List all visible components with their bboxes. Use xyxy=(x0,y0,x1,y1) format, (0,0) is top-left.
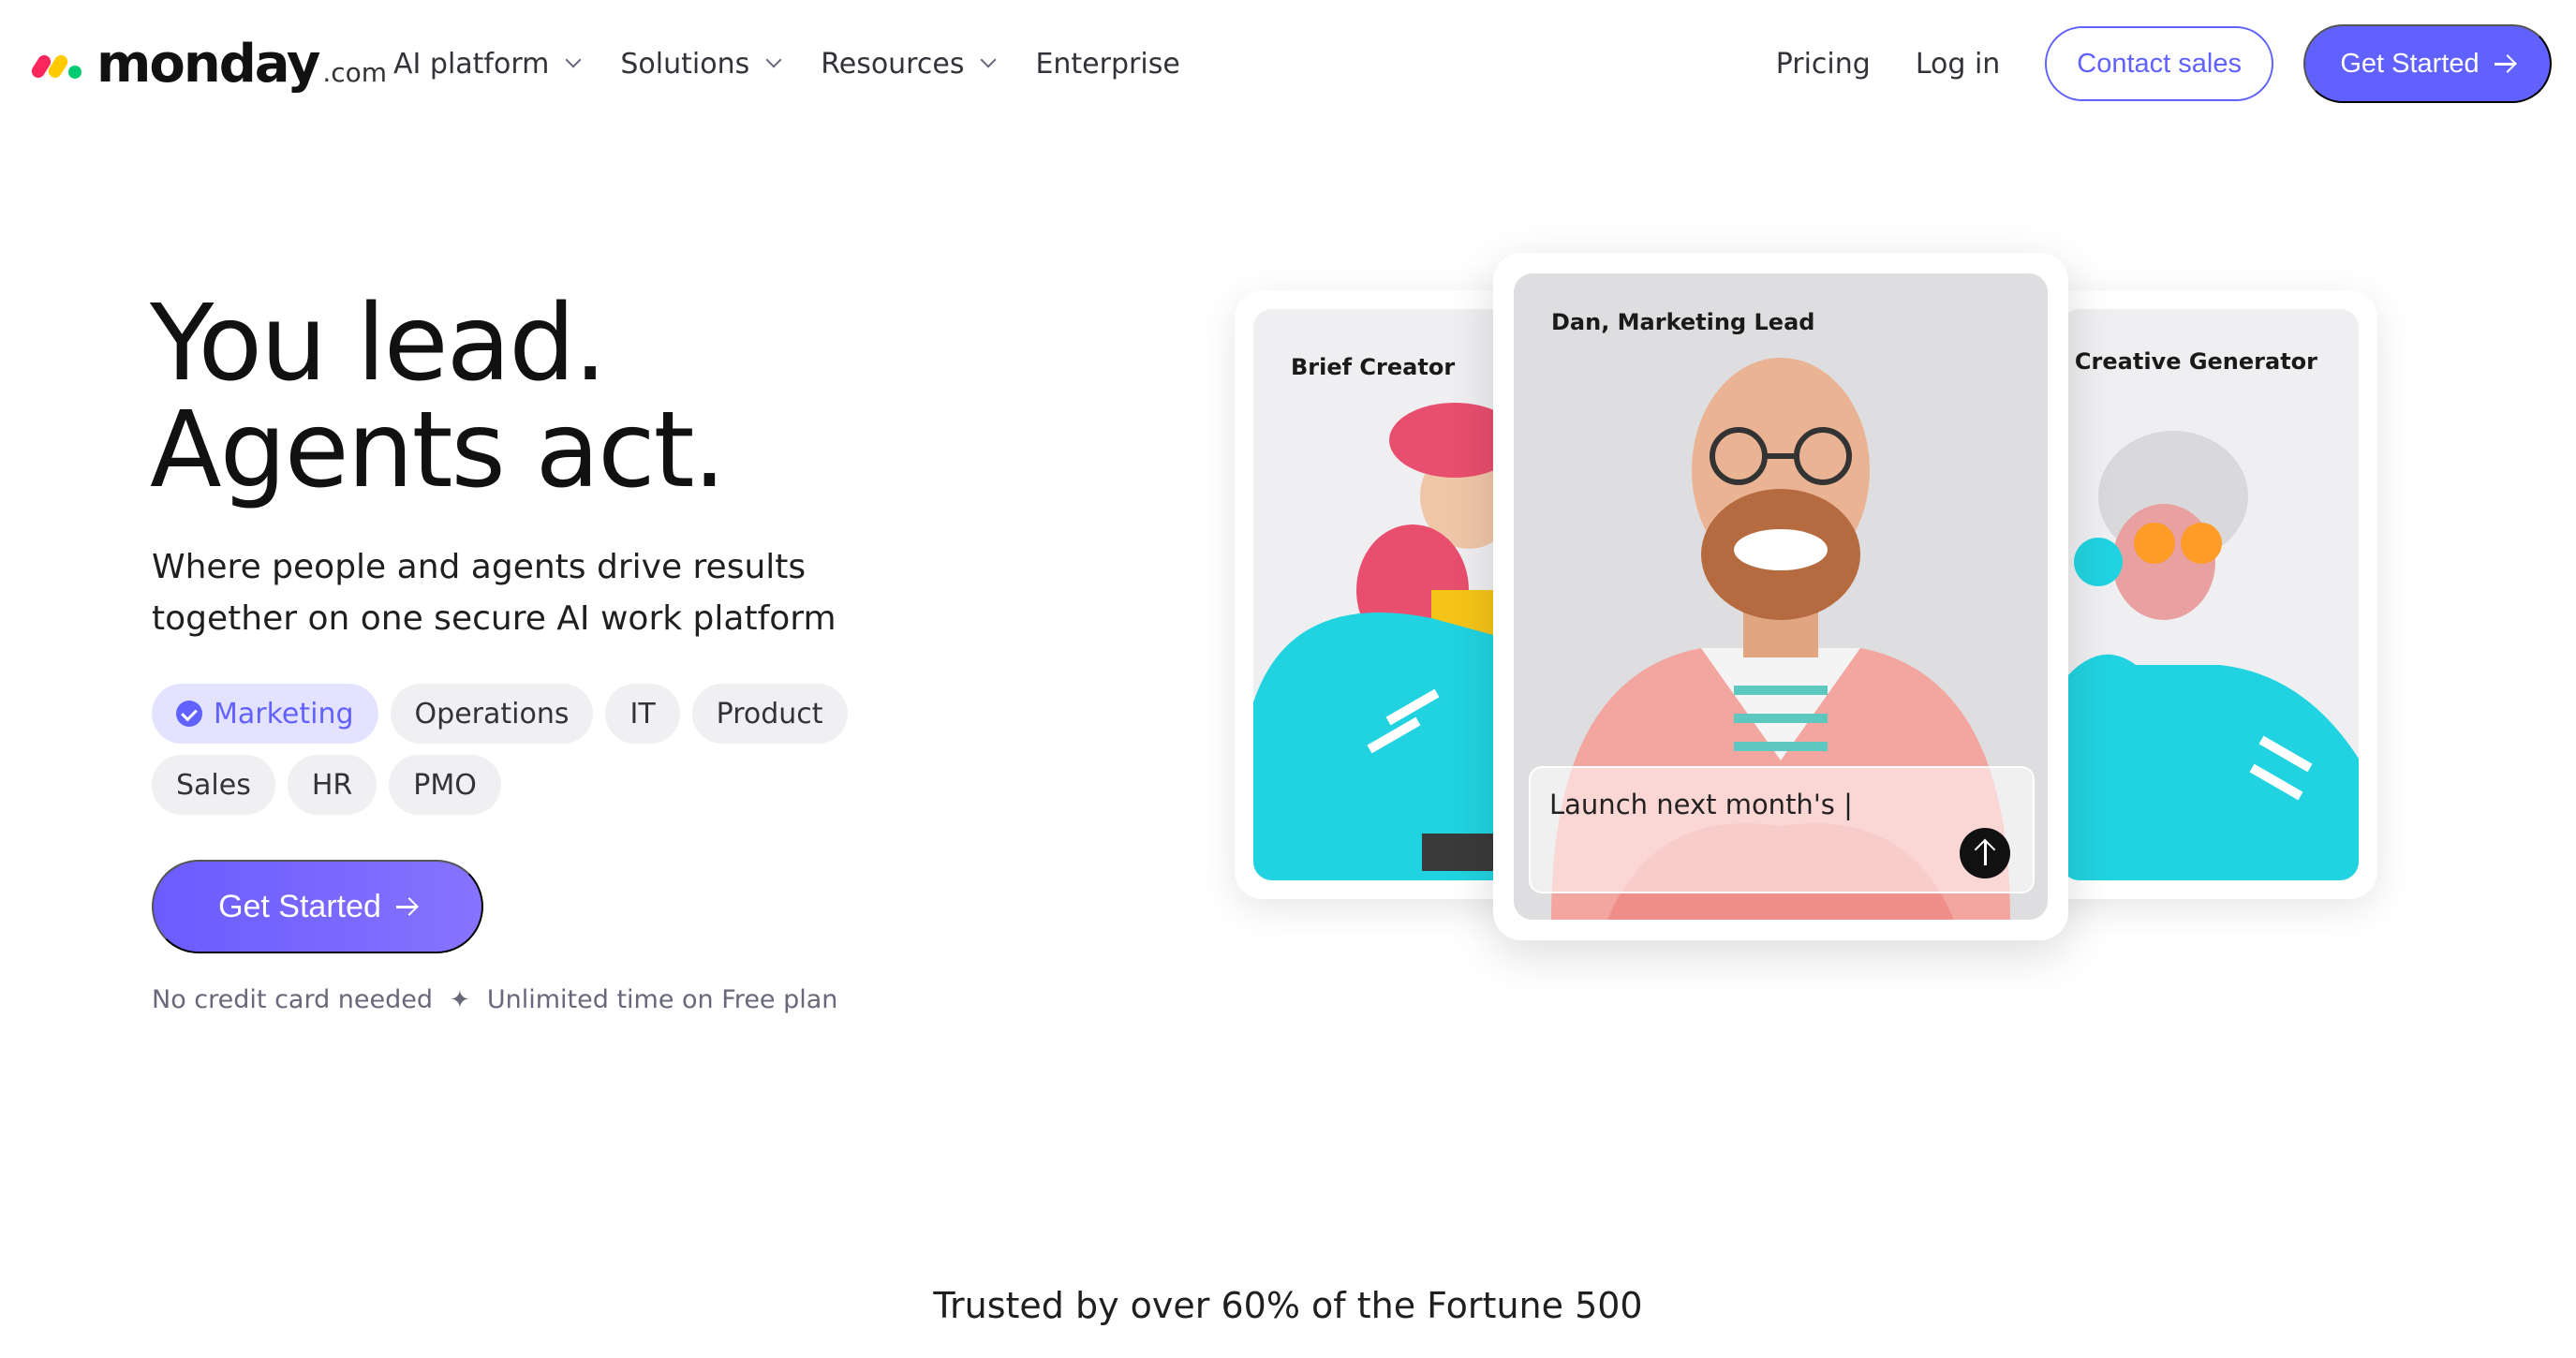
agent-card-brief-creator: Brief Creator xyxy=(1235,290,1534,899)
get-started-hero-button[interactable]: Get Started xyxy=(152,860,483,953)
chevron-down-icon xyxy=(565,52,582,68)
card-label-creative-generator: Creative Generator xyxy=(2074,348,2317,375)
chip-it[interactable]: IT xyxy=(605,684,680,744)
headline-line-1: You lead. xyxy=(150,283,607,405)
chip-row-2: Sales HR PMO xyxy=(152,755,864,815)
sparkle-icon: ✦ xyxy=(450,985,470,1014)
chevron-down-icon xyxy=(980,52,997,68)
chevron-down-icon xyxy=(765,52,782,68)
menu-resources-label: Resources xyxy=(821,47,965,81)
agent-illustration-creative-generator: Creative Generator xyxy=(2061,309,2359,880)
monday-logo-icon xyxy=(29,45,87,82)
monday-logo[interactable]: monday .com xyxy=(29,33,388,95)
menu-enterprise-label: Enterprise xyxy=(1035,47,1180,81)
agent-illustration-brief-creator: Brief Creator xyxy=(1253,309,1534,880)
get-started-nav-button[interactable]: Get Started xyxy=(2303,24,2552,103)
subheadline-line-2: together on one secure AI work platform xyxy=(152,599,836,638)
check-circle-icon xyxy=(176,701,202,727)
menu-solutions[interactable]: Solutions xyxy=(620,47,782,81)
agent-card-creative-generator: Creative Generator xyxy=(2023,290,2377,899)
main-menu: AI platform Solutions Resources Enterpri… xyxy=(393,36,1221,92)
headline-line-2: Agents act. xyxy=(150,390,726,511)
chip-product[interactable]: Product xyxy=(691,684,848,744)
contact-sales-button[interactable]: Contact sales xyxy=(2045,26,2273,101)
human-card-marketing-lead: Dan, Marketing Lead Launch next month's … xyxy=(1493,253,2068,940)
chip-label: Product xyxy=(716,697,823,731)
chip-label: Operations xyxy=(414,697,570,731)
brief-creator-agent-image xyxy=(1253,309,1534,880)
chip-hr[interactable]: HR xyxy=(287,755,378,815)
department-chips: Marketing Operations IT Product Sales HR… xyxy=(152,684,864,826)
menu-enterprise[interactable]: Enterprise xyxy=(1035,48,1179,81)
chip-label: PMO xyxy=(413,768,477,802)
subheadline-line-1: Where people and agents drive results xyxy=(152,548,807,586)
trusted-by-heading: Trusted by over 60% of the Fortune 500 xyxy=(933,1285,1643,1326)
logo-wordmark: monday xyxy=(96,33,320,95)
nav-actions: Pricing Log in Contact sales Get Started xyxy=(1776,24,2576,103)
arrow-right-icon xyxy=(2494,53,2515,74)
chip-row-1: Marketing Operations IT Product xyxy=(152,684,864,744)
top-navigation: monday .com AI platform Solutions Resour… xyxy=(0,0,2576,126)
menu-ai-platform[interactable]: AI platform xyxy=(393,47,582,81)
chip-label: Sales xyxy=(176,768,251,802)
chip-pmo[interactable]: PMO xyxy=(389,755,501,815)
menu-solutions-label: Solutions xyxy=(620,47,750,81)
card-label-marketing-lead: Dan, Marketing Lead xyxy=(1551,309,1815,335)
login-link[interactable]: Log in xyxy=(1916,48,2000,81)
get-started-hero-label: Get Started xyxy=(218,888,381,924)
hero-subheadline: Where people and agents drive results to… xyxy=(152,541,901,644)
card-label-brief-creator: Brief Creator xyxy=(1291,354,1456,380)
arrow-right-icon xyxy=(395,896,417,917)
pricing-link[interactable]: Pricing xyxy=(1776,48,1871,81)
chip-label: HR xyxy=(311,768,353,802)
logo-suffix: .com xyxy=(322,56,388,88)
menu-resources[interactable]: Resources xyxy=(821,47,997,81)
chip-sales[interactable]: Sales xyxy=(152,755,275,815)
prompt-text: Launch next month's | xyxy=(1549,789,1853,820)
chip-label: IT xyxy=(629,697,656,731)
send-arrow-up-icon[interactable] xyxy=(1960,828,2010,878)
note-no-credit-card: No credit card needed xyxy=(152,985,434,1014)
hero-headline: You lead. Agents act. xyxy=(150,283,726,511)
menu-ai-platform-label: AI platform xyxy=(393,47,550,81)
contact-sales-label: Contact sales xyxy=(2077,48,2242,79)
chip-marketing[interactable]: Marketing xyxy=(152,684,378,744)
chip-label: Marketing xyxy=(214,697,354,731)
signup-note: No credit card needed ✦ Unlimited time o… xyxy=(152,985,837,1014)
get-started-nav-label: Get Started xyxy=(2340,48,2480,79)
note-free-plan: Unlimited time on Free plan xyxy=(486,985,838,1014)
agent-prompt-input[interactable]: Launch next month's | xyxy=(1529,766,2035,893)
chip-operations[interactable]: Operations xyxy=(390,684,594,744)
creative-generator-agent-image xyxy=(2061,309,2359,880)
